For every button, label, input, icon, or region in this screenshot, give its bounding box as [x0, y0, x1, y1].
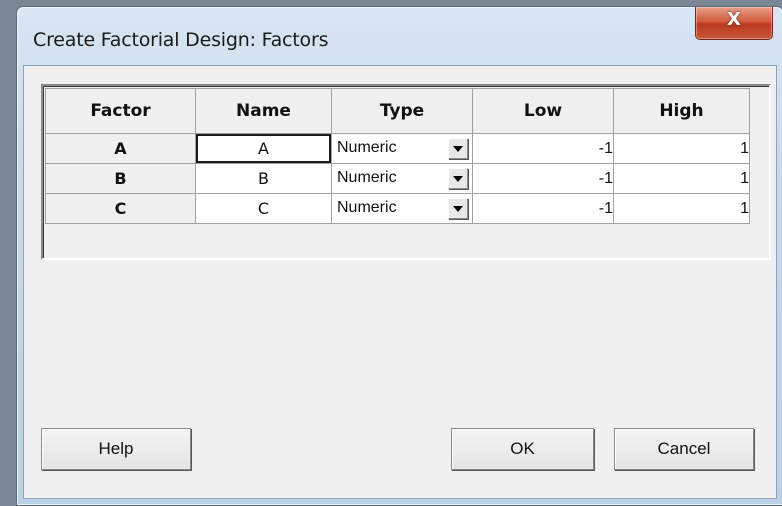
high-cell[interactable]: 1 — [613, 133, 750, 164]
table-row: C C Numeric -1 1 — [45, 193, 750, 224]
close-button[interactable]: X — [695, 7, 773, 40]
window-title: Create Factorial Design: Factors — [33, 29, 329, 51]
type-dropdown-button[interactable] — [448, 198, 468, 219]
factors-table: Factor Name Type Low High A A Numeric -1… — [45, 88, 750, 224]
table-row: B B Numeric -1 1 — [45, 163, 750, 194]
type-value: Numeric — [337, 139, 397, 156]
type-select[interactable]: Numeric — [331, 193, 473, 224]
low-cell[interactable]: -1 — [472, 133, 614, 164]
table-row: A A Numeric -1 1 — [45, 133, 750, 164]
type-select[interactable]: Numeric — [331, 163, 473, 194]
column-header-low: Low — [472, 88, 614, 134]
factor-cell: A — [45, 133, 196, 164]
factor-cell: C — [45, 193, 196, 224]
type-select[interactable]: Numeric — [331, 133, 473, 164]
name-cell[interactable]: A — [195, 133, 332, 164]
column-header-factor: Factor — [45, 88, 196, 134]
factor-cell: B — [45, 163, 196, 194]
type-dropdown-button[interactable] — [448, 168, 468, 189]
close-icon: X — [727, 9, 741, 30]
title-bar[interactable]: Create Factorial Design: Factors X — [17, 7, 782, 65]
type-value: Numeric — [337, 199, 397, 216]
low-cell[interactable]: -1 — [472, 193, 614, 224]
high-cell[interactable]: 1 — [613, 163, 750, 194]
chevron-down-icon — [453, 206, 463, 212]
name-cell[interactable]: B — [195, 163, 332, 194]
type-value: Numeric — [337, 169, 397, 186]
help-button[interactable]: Help — [41, 428, 191, 470]
column-header-high: High — [613, 88, 750, 134]
cancel-button[interactable]: Cancel — [614, 428, 754, 470]
column-header-name: Name — [195, 88, 332, 134]
dialog-client-area: Factor Name Type Low High A A Numeric -1… — [23, 65, 777, 499]
factors-grid: Factor Name Type Low High A A Numeric -1… — [41, 84, 771, 260]
name-cell[interactable]: C — [195, 193, 332, 224]
low-cell[interactable]: -1 — [472, 163, 614, 194]
column-header-type: Type — [331, 88, 473, 134]
ok-button[interactable]: OK — [451, 428, 594, 470]
chevron-down-icon — [453, 146, 463, 152]
type-dropdown-button[interactable] — [448, 138, 468, 159]
chevron-down-icon — [453, 176, 463, 182]
table-header-row: Factor Name Type Low High — [45, 88, 750, 134]
high-cell[interactable]: 1 — [613, 193, 750, 224]
dialog-window: Create Factorial Design: Factors X Facto… — [16, 6, 782, 506]
